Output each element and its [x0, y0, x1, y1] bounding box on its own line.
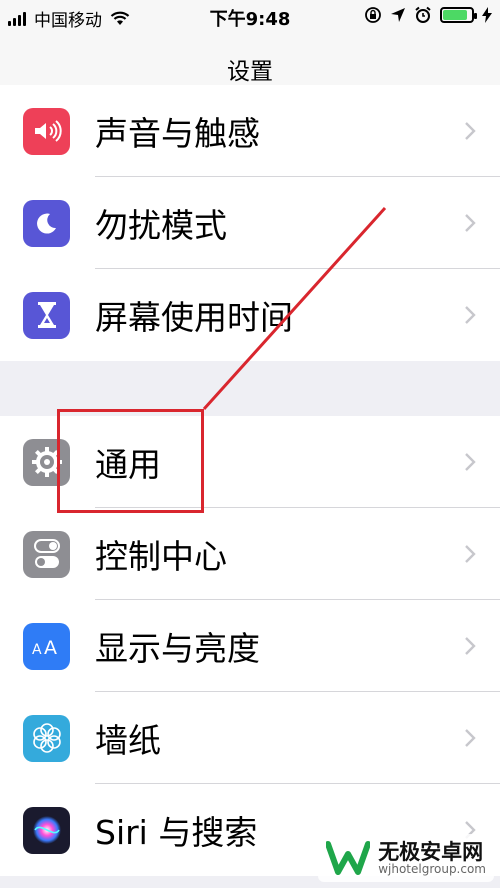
watermark: 无极安卓网 wjhotelgroup.com	[318, 834, 494, 882]
battery-icon	[440, 7, 477, 23]
watermark-logo-icon	[326, 841, 371, 875]
chevron-right-icon	[465, 729, 476, 747]
chevron-right-icon	[465, 122, 476, 140]
page-title: 设置	[227, 59, 273, 85]
settings-row-label: Siri 与搜索	[95, 813, 258, 852]
settings-row-screen-time[interactable]: 屏幕使用时间	[0, 269, 500, 361]
speaker-icon	[23, 107, 70, 155]
settings-row-control-center[interactable]: 控制中心	[0, 508, 500, 600]
chevron-right-icon	[465, 306, 476, 324]
moon-icon	[23, 199, 70, 247]
settings-row-label: 控制中心	[95, 537, 227, 576]
settings-row-label: 显示与亮度	[95, 629, 260, 668]
toggles-icon	[23, 530, 70, 578]
settings-group-1: 声音与触感 勿扰模式 屏幕使用时间	[0, 85, 500, 361]
chevron-right-icon	[465, 453, 476, 471]
svg-text:A: A	[32, 642, 42, 657]
rotation-lock-icon	[365, 7, 381, 23]
settings-row-label: 墙纸	[95, 721, 161, 760]
status-right	[364, 6, 492, 24]
battery-fill	[443, 10, 467, 20]
settings-row-label: 声音与触感	[95, 114, 260, 153]
annotation-highlight-box	[57, 409, 204, 513]
hourglass-icon	[23, 291, 70, 339]
settings-row-label: 屏幕使用时间	[95, 298, 293, 337]
charging-icon	[482, 7, 492, 23]
settings-row-display-brightness[interactable]: A A 显示与亮度	[0, 600, 500, 692]
siri-icon	[23, 806, 70, 854]
settings-row-wallpaper[interactable]: 墙纸	[0, 692, 500, 784]
location-icon	[391, 8, 405, 22]
svg-text:A: A	[44, 637, 57, 657]
status-bar: 中国移动 下午9:48	[0, 0, 500, 34]
settings-row-do-not-disturb[interactable]: 勿扰模式	[0, 177, 500, 269]
watermark-site: wjhotelgroup.com	[378, 861, 486, 876]
chevron-right-icon	[465, 637, 476, 655]
settings-row-sounds[interactable]: 声音与触感	[0, 85, 500, 177]
chevron-right-icon	[465, 545, 476, 563]
watermark-brand: 无极安卓网	[378, 839, 484, 864]
chevron-right-icon	[465, 214, 476, 232]
settings-row-label: 勿扰模式	[95, 206, 227, 245]
text-size-icon: A A	[23, 622, 70, 670]
flower-icon	[23, 714, 70, 762]
alarm-icon	[415, 6, 431, 23]
